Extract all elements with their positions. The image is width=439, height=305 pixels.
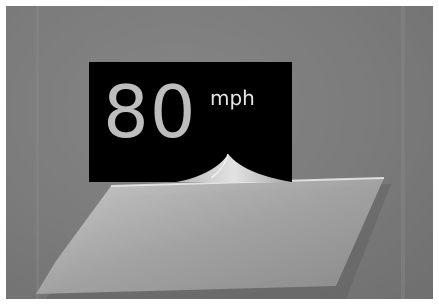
speed-unit: mph: [210, 86, 255, 110]
peeled-sheet: [36, 178, 384, 294]
speed-value: 80: [103, 70, 197, 154]
road-stripe-right: [401, 6, 405, 299]
image-frame: 80 mph: [0, 0, 439, 305]
photo: 80 mph: [6, 6, 433, 299]
speed-sign: 80 mph: [89, 62, 292, 182]
road-stripe-left: [36, 6, 39, 299]
